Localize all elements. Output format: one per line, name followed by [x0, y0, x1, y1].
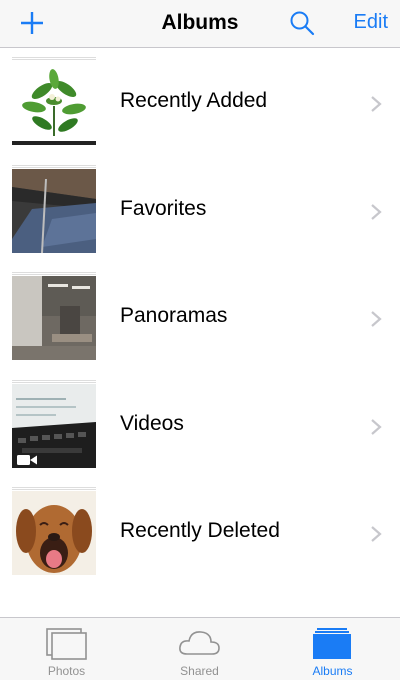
album-list: Recently Added Favorites Panoramas Video…: [0, 49, 400, 587]
chevron-right-icon: [371, 203, 382, 220]
album-title: Recently Added: [120, 89, 268, 112]
album-row-panoramas[interactable]: Panoramas: [0, 264, 400, 372]
album-thumbnail: [12, 487, 96, 577]
edit-button[interactable]: Edit: [354, 11, 388, 34]
puppy-image: [12, 491, 96, 575]
album-thumbnail: [12, 164, 96, 255]
album-row-favorites[interactable]: Favorites: [0, 157, 400, 265]
chevron-right-icon: [371, 418, 382, 435]
album-title: Favorites: [120, 196, 207, 220]
chevron-right-icon: [371, 311, 382, 327]
album-row-videos[interactable]: Videos: [0, 372, 400, 480]
tab-photos[interactable]: Photos: [0, 618, 133, 680]
albums-icon: [313, 628, 351, 659]
album-title: Panoramas: [120, 304, 228, 327]
page-title: Albums: [161, 11, 239, 34]
cloud-icon: [179, 631, 220, 655]
album-title: Videos: [120, 411, 184, 435]
tab-label: Shared: [180, 664, 219, 678]
tab-bar: Photos Shared Albums: [0, 617, 400, 680]
album-thumbnail: [12, 57, 96, 147]
navigation-bar: Albums Edit: [0, 0, 400, 48]
album-thumbnail: [12, 379, 96, 470]
album-thumbnail: [12, 272, 96, 362]
office-room-image: [12, 276, 96, 360]
desk-jeans-image: [12, 168, 96, 253]
album-row-recently-deleted[interactable]: Recently Deleted: [0, 479, 400, 587]
album-row-recently-added[interactable]: Recently Added: [0, 49, 400, 157]
search-icon[interactable]: [289, 10, 315, 36]
tab-label: Photos: [47, 664, 86, 678]
photos-icon: [46, 628, 87, 660]
video-camera-icon: [17, 454, 37, 465]
tab-albums[interactable]: Albums: [266, 618, 399, 680]
album-title: Recently Deleted: [120, 519, 280, 542]
chevron-right-icon: [371, 526, 382, 542]
tab-label: Albums: [312, 664, 353, 678]
green-plant-image: [12, 61, 96, 145]
tab-shared[interactable]: Shared: [133, 618, 266, 680]
chevron-right-icon: [371, 96, 382, 112]
